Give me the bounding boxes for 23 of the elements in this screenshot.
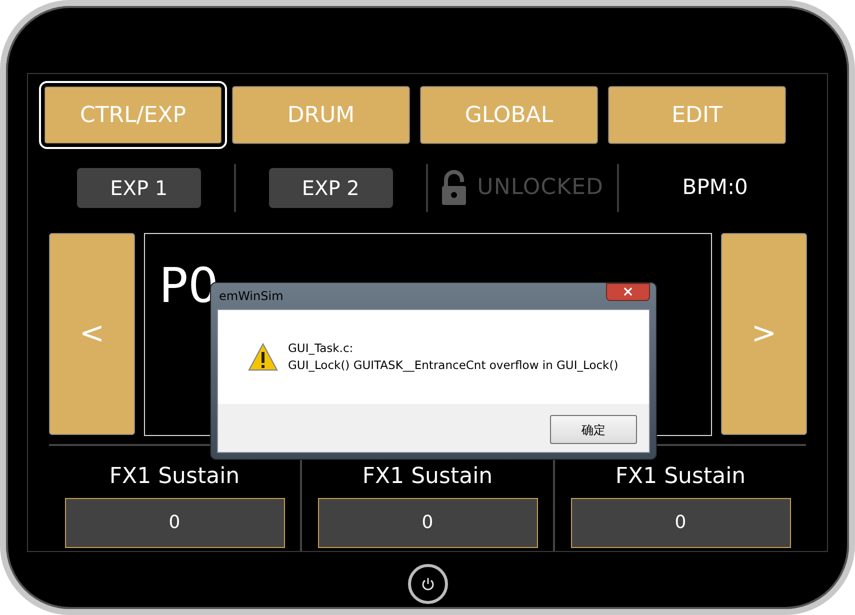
message-text: GUI_Lock() GUITASK__EntranceCnt overflow in GUI_Lock() bbox=[288, 357, 618, 374]
exp-button[interactable]: EXP 1 bbox=[76, 168, 201, 208]
tab[interactable]: EDIT bbox=[608, 86, 786, 144]
parameter-value: 0 bbox=[64, 498, 284, 548]
warning-icon bbox=[248, 343, 278, 371]
previous-button[interactable]: < bbox=[49, 232, 135, 435]
power-button[interactable] bbox=[408, 564, 448, 604]
next-button[interactable]: > bbox=[721, 232, 807, 435]
close-button[interactable]: × bbox=[606, 283, 650, 301]
parameter-label: FX1 Sustain bbox=[109, 466, 240, 488]
parameter-label: FX1 Sustain bbox=[362, 466, 493, 488]
dialog-title: emWinSim bbox=[219, 288, 284, 305]
ok-button[interactable]: 确定 bbox=[550, 415, 637, 444]
lock-status: UNLOCKED bbox=[477, 174, 604, 202]
parameter-label: FX1 Sustain bbox=[615, 466, 746, 488]
bpm-readout: BPM:0 bbox=[682, 174, 748, 201]
power-icon bbox=[420, 577, 434, 591]
tab[interactable]: DRUM bbox=[232, 86, 410, 144]
parameter-value: 0 bbox=[318, 498, 538, 548]
parameter-value: 0 bbox=[570, 498, 790, 548]
exp-button[interactable]: EXP 2 bbox=[268, 168, 393, 208]
message-text: GUI_Task.c: bbox=[288, 340, 354, 357]
tab[interactable]: GLOBAL bbox=[420, 86, 598, 144]
